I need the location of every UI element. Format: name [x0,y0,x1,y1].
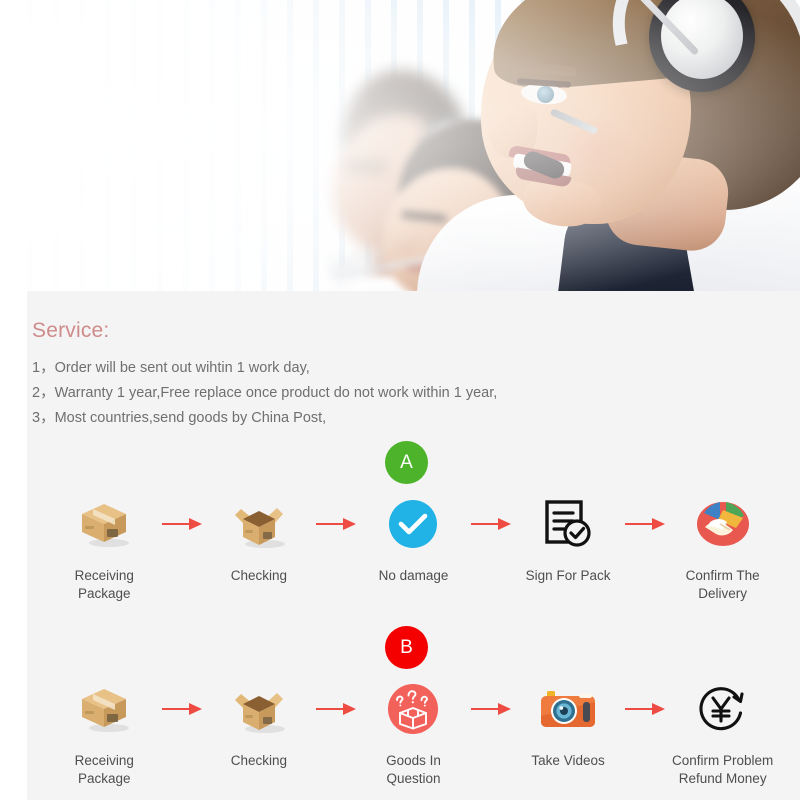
service-heading: Service: [32,319,110,342]
step-label: Confirm Problem Refund Money [672,753,774,786]
arrow-icon [623,678,667,740]
hero-photo [27,0,800,291]
flow-a-steps: Receiving Package Checking No damage Sig… [27,493,800,603]
service-term: 3，Most countries,send goods by China Pos… [32,410,327,426]
arrow-icon [314,493,358,555]
step-receiving-package[interactable]: Receiving Package [49,493,160,603]
arrow-icon [160,493,204,555]
service-term: 1，Order will be sent out wihtin 1 work d… [32,360,310,376]
step-goods-in-question[interactable]: Goods In Question [358,678,469,788]
step-label: Sign For Pack [525,568,611,583]
step-confirm-problem-refund-money[interactable]: Confirm Problem Refund Money [667,678,778,788]
step-label: Take Videos [531,753,605,768]
flow-b-badge: B [385,626,428,669]
step-label: Confirm The Delivery [685,568,760,601]
step-label: Checking [230,568,288,583]
step-label: No damage [378,568,449,583]
step-sign-for-pack[interactable]: Sign For Pack [513,493,624,585]
handshake-circle-icon [696,493,750,555]
signed-document-icon [542,493,594,555]
open-box-icon [231,678,287,740]
arrow-icon [469,493,513,555]
step-label: Goods In Question [386,753,441,786]
question-box-circle-icon [387,678,439,740]
service-term: 2，Warranty 1 year,Free replace once prod… [32,385,498,401]
step-take-videos[interactable]: Take Videos [513,678,624,770]
closed-box-icon [76,678,132,740]
hero-left-fade [27,0,800,291]
closed-box-icon [76,493,132,555]
step-label: Receiving Package [74,568,134,601]
step-label: Checking [230,753,288,768]
camera-icon [539,678,597,740]
open-box-icon [231,493,287,555]
step-confirm-the-delivery[interactable]: Confirm The Delivery [667,493,778,603]
step-checking[interactable]: Checking [204,493,315,585]
service-content-panel: Service: 1，Order will be sent out wihtin… [27,291,800,800]
blue-check-circle-icon [388,493,438,555]
flow-a-badge: A [385,441,428,484]
arrow-icon [160,678,204,740]
service-info-page: Service: 1，Order will be sent out wihtin… [0,0,800,800]
yen-refund-icon [696,678,750,740]
flow-b-steps: Receiving Package Checking Goods In Ques… [27,678,800,788]
step-checking[interactable]: Checking [204,678,315,770]
arrow-icon [623,493,667,555]
arrow-icon [469,678,513,740]
step-receiving-package[interactable]: Receiving Package [49,678,160,788]
arrow-icon [314,678,358,740]
step-no-damage[interactable]: No damage [358,493,469,585]
step-label: Receiving Package [74,753,134,786]
service-terms-list: 1，Order will be sent out wihtin 1 work d… [32,359,772,434]
